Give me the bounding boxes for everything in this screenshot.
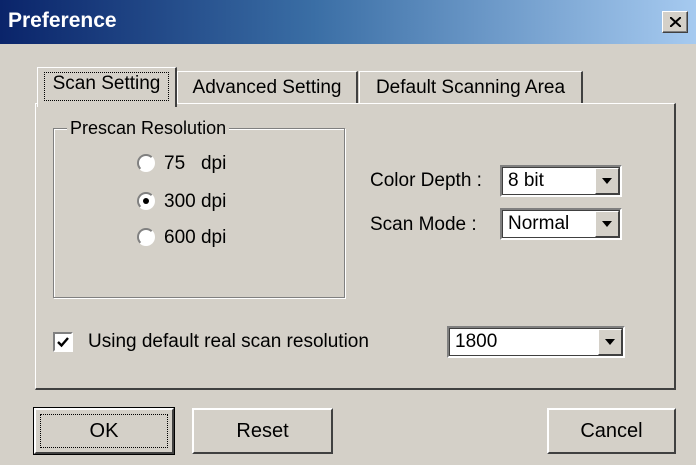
tab-label: Advanced Setting	[192, 77, 342, 98]
dropdown-button[interactable]	[595, 211, 619, 237]
radio-button[interactable]	[137, 192, 155, 210]
radio-label: 300 dpi	[164, 191, 227, 212]
title-bar: Preference	[0, 0, 696, 44]
close-button[interactable]	[662, 11, 688, 33]
scan-mode-label: Scan Mode :	[370, 214, 477, 235]
color-depth-value: 8 bit	[508, 170, 544, 191]
tab-label: Default Scanning Area	[375, 77, 566, 98]
radio-selected-dot	[143, 198, 149, 204]
radio-label: 600 dpi	[164, 227, 227, 248]
real-scan-resolution-value: 1800	[455, 331, 498, 352]
window-title: Preference	[8, 9, 117, 32]
group-title: Prescan Resolution	[67, 117, 230, 139]
scan-mode-value: Normal	[508, 213, 570, 234]
dropdown-button[interactable]	[595, 168, 619, 194]
reset-button[interactable]: Reset	[192, 408, 333, 454]
scan-mode-select[interactable]: Normal	[500, 208, 622, 240]
radio-button[interactable]	[137, 228, 155, 246]
tab-default-scanning-area[interactable]: Default Scanning Area	[359, 71, 583, 107]
radio-600-dpi[interactable]: 600 dpi	[137, 226, 257, 250]
prescan-resolution-group: Prescan Resolution 75 dpi 300 dpi 600 dp…	[53, 117, 345, 298]
radio-button[interactable]	[137, 154, 155, 172]
default-real-scan-label: Using default real scan resolution	[88, 331, 369, 352]
radio-300-dpi[interactable]: 300 dpi	[137, 190, 257, 214]
cancel-button-label: Cancel	[580, 420, 643, 442]
tab-panel-scan-setting: Prescan Resolution 75 dpi 300 dpi 600 dp…	[35, 103, 676, 390]
ok-button-label: OK	[89, 420, 119, 442]
real-scan-resolution-select[interactable]: 1800	[447, 326, 625, 358]
ok-button[interactable]: OK	[33, 407, 175, 455]
chevron-down-icon	[605, 339, 615, 345]
close-icon	[670, 17, 681, 27]
tab-advanced-setting[interactable]: Advanced Setting	[177, 71, 358, 107]
default-real-scan-checkbox[interactable]	[53, 332, 73, 352]
checkmark-icon	[57, 337, 69, 348]
radio-75-dpi[interactable]: 75 dpi	[137, 152, 257, 176]
color-depth-label: Color Depth :	[370, 170, 482, 191]
chevron-down-icon	[602, 178, 612, 184]
radio-label: 75 dpi	[164, 153, 227, 174]
tab-scan-setting[interactable]: Scan Setting	[37, 67, 177, 107]
dropdown-button[interactable]	[598, 329, 622, 355]
color-depth-select[interactable]: 8 bit	[500, 165, 622, 197]
chevron-down-icon	[602, 221, 612, 227]
reset-button-label: Reset	[236, 420, 289, 442]
cancel-button[interactable]: Cancel	[547, 408, 676, 454]
